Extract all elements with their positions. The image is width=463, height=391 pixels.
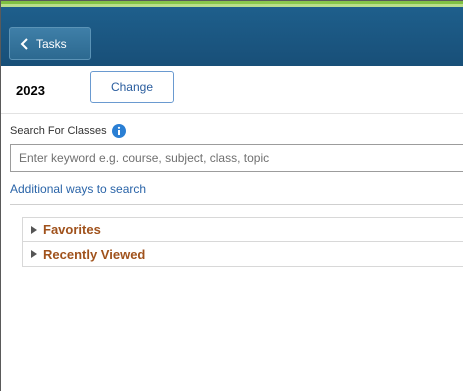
app-frame: Tasks 2023 Change Search For Classes Add… [0, 0, 463, 391]
chevron-left-icon [20, 37, 28, 50]
accordion-item-recently-viewed[interactable]: Recently Viewed [23, 242, 463, 266]
search-label: Search For Classes [10, 124, 126, 138]
additional-search-link[interactable]: Additional ways to search [10, 182, 146, 196]
caret-right-icon [31, 225, 37, 234]
search-input[interactable] [10, 144, 463, 172]
info-icon[interactable] [111, 124, 126, 138]
sections-accordion: Favorites Recently Viewed [22, 217, 463, 267]
term-row: 2023 Change [1, 66, 463, 114]
section-divider [10, 204, 463, 205]
change-term-label: Change [110, 80, 154, 94]
caret-right-icon [31, 250, 37, 258]
change-term-button[interactable]: Change [90, 71, 174, 103]
accordion-item-favorites[interactable]: Favorites [23, 218, 463, 242]
favorites-label: Favorites [43, 222, 101, 237]
recently-viewed-label: Recently Viewed [43, 246, 146, 262]
header-bar: Tasks [1, 7, 463, 66]
tasks-back-label: Tasks [36, 36, 67, 51]
search-label-text: Search For Classes [10, 125, 107, 137]
term-year: 2023 [16, 83, 45, 98]
tasks-back-button[interactable]: Tasks [9, 27, 91, 60]
